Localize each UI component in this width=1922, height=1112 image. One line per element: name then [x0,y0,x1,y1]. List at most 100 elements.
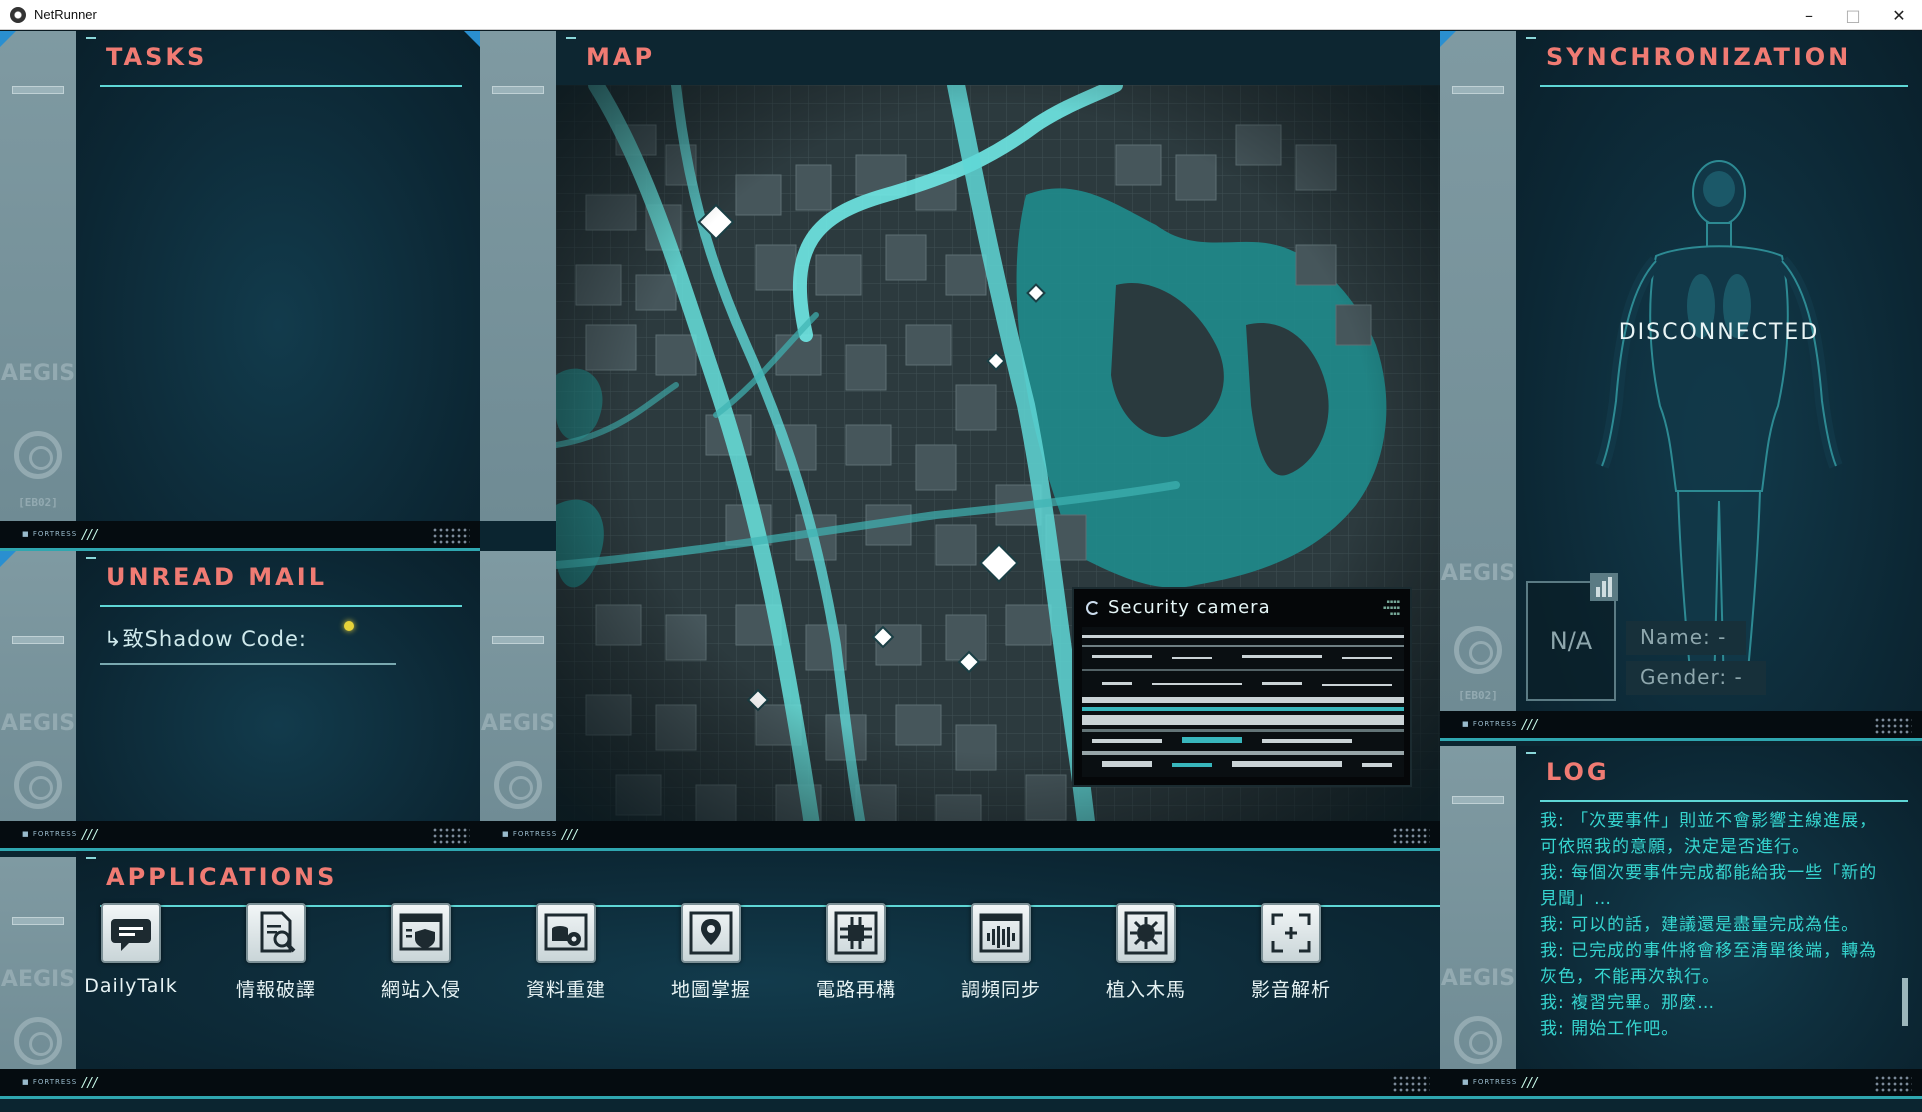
camera-feed [1082,627,1404,777]
app-media-analysis[interactable]: 影音解析 [1236,903,1346,1002]
app-web-intrusion[interactable]: 網站入侵 [366,903,476,1002]
left-strip-middle: AEGIS [EB02] [0,551,76,841]
log-line: 我: 每個次要事件完成都能給我一些「新的見聞」… [1540,863,1878,909]
audio-wave-icon [971,903,1031,963]
gear-emblem-icon [14,1017,62,1065]
app-label: 情報破譯 [235,979,316,1001]
corner-accent [0,551,16,567]
footer-dots [432,527,470,545]
panel-tick [86,37,96,39]
tasks-footer: ■ FORTRESS /// [0,521,480,551]
corner-accent [1440,31,1456,47]
window-titlebar: NetRunner – □ ✕ [0,0,1922,30]
log-line: 我: 可以的話，建議還是盡量完成為佳。 [1540,915,1860,935]
strip-notch [492,636,544,644]
camera-meta-text: ▪▪▪▪ ▪▪▪▪▪ ▪▪▪ [1383,599,1400,617]
virus-icon [1116,903,1176,963]
log-line: 我: 複習完畢。那麼… [1540,993,1716,1013]
strip-notch [12,917,64,925]
strip-notch [1452,86,1504,94]
app-label: 電路再構 [815,979,896,1001]
gender-field: Gender: - [1626,661,1766,695]
stats-chart-icon[interactable] [1590,573,1618,601]
strip-notch [492,86,544,94]
left-strip-bottom: AEGIS [EB02] [0,857,76,1099]
log-list[interactable]: 我: 「次要事件」則並不會影響主線進展，可依照我的意願，決定是否進行。 我: 每… [1540,808,1892,1042]
app-root: AEGIS [EB02] AEGIS [EB02] AEGIS [EB02] A… [0,31,1922,1112]
footer-slashes: /// [82,1076,99,1091]
app-map-control[interactable]: 地圖掌握 [656,903,766,1002]
eb-label: [EB02] [18,496,58,509]
refresh-icon[interactable] [1086,601,1100,615]
portrait-na-text: N/A [1549,627,1593,655]
app-label: 網站入侵 [380,979,461,1001]
log-panel: LOG 我: 「次要事件」則並不會影響主線進展，可依照我的意願，決定是否進行。 … [1516,746,1922,1069]
aegis-logo: AEGIS [1440,561,1516,586]
aegis-logo: AEGIS [480,711,556,736]
gear-emblem-icon [14,431,62,479]
app-label: 地圖掌握 [670,979,751,1001]
app-trojan-implant[interactable]: 植入木馬 [1091,903,1201,1002]
sync-footer: ■ FORTRESS /// [1440,711,1922,741]
log-scrollbar[interactable] [1902,978,1908,1026]
app-label: 植入木馬 [1105,979,1186,1001]
left-strip-top: AEGIS [EB02] [0,31,76,521]
map-header: MAP [556,31,1440,85]
app-label: 影音解析 [1250,979,1331,1001]
app-frequency-sync[interactable]: 調頻同步 [946,903,1056,1002]
app-label: DailyTalk [84,975,178,997]
footer-dots [1874,717,1912,735]
footer-brand: ■ FORTRESS [22,530,78,538]
close-button[interactable]: ✕ [1876,0,1922,30]
gear-emblem-icon [1454,626,1502,674]
corner-accent [464,31,480,47]
minimize-button[interactable]: – [1786,0,1832,30]
footer-dots [1874,1075,1912,1093]
app-intel-decrypt[interactable]: 情報破譯 [221,903,331,1002]
panel-tick [1526,752,1536,754]
circuit-chip-icon [826,903,886,963]
tasks-title-rule [100,85,462,87]
document-search-icon [246,903,306,963]
mail-title-rule [100,605,462,607]
security-camera-window[interactable]: Security camera ▪▪▪▪ ▪▪▪▪▪ ▪▪▪ [1072,587,1412,787]
maximize-button[interactable]: □ [1830,0,1876,30]
applications-footer: ■ FORTRESS /// [0,1069,1440,1099]
footer-slashes: /// [1522,1076,1539,1091]
center-left-strip-bottom: AEGIS [EB02] [480,551,556,841]
panel-tick [86,557,96,559]
aegis-logo: AEGIS [0,711,76,736]
applications-title: APPLICATIONS [106,863,338,891]
panel-tick [86,857,96,859]
camera-title: Security camera [1108,597,1271,618]
mail-item[interactable]: ↳致Shadow Code: [104,623,307,653]
unread-indicator-icon [344,621,354,631]
corner-accent [0,31,16,47]
app-data-rebuild[interactable]: 資料重建 [511,903,621,1002]
app-logo-icon [10,6,26,23]
map-footer: ■ FORTRESS /// [480,821,1440,851]
footer-slashes: /// [82,528,99,543]
footer-brand: ■ FORTRESS [1462,1078,1518,1086]
footer-brand: ■ FORTRESS [1462,720,1518,728]
footer-brand: ■ FORTRESS [22,830,78,838]
name-field: Name: - [1626,621,1746,655]
app-circuit-rebuild[interactable]: 電路再構 [801,903,911,1002]
eb-label: [EB02] [1458,689,1498,702]
tasks-panel: TASKS [76,31,480,521]
focus-frame-icon [1261,903,1321,963]
mail-item-underline [100,663,396,665]
gear-emblem-icon [1454,1016,1502,1064]
sync-title: SYNCHRONIZATION [1546,43,1852,71]
center-left-strip-top [480,31,556,521]
app-dailytalk[interactable]: DailyTalk [76,903,186,997]
strip-notch [1452,796,1504,804]
log-line: 我: 「次要事件」則並不會影響主線進展，可依照我的意願，決定是否進行。 [1540,811,1878,857]
mail-panel: UNREAD MAIL ↳致Shadow Code: [76,551,480,841]
log-line: 我: 開始工作吧。 [1540,1019,1680,1039]
log-title-rule [1540,800,1908,802]
panel-tick [566,37,576,39]
aegis-logo: AEGIS [0,967,76,992]
log-footer: ■ FORTRESS /// [1440,1069,1922,1099]
map-title: MAP [586,43,656,71]
